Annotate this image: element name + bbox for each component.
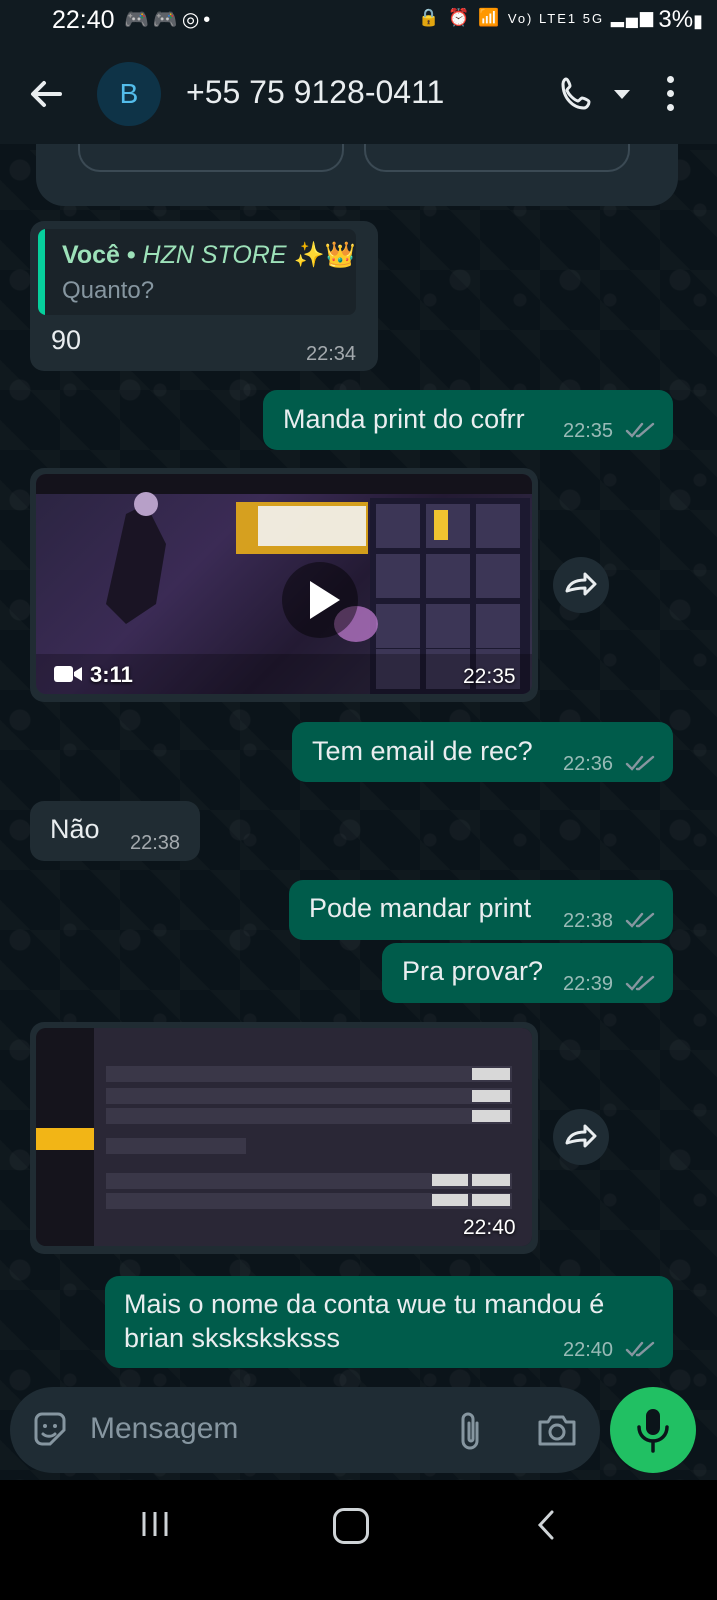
- video-thumbnail: [36, 474, 532, 694]
- message-text: Não: [50, 814, 100, 844]
- image-thumbnail: [36, 1028, 532, 1246]
- back-arrow-icon[interactable]: [26, 74, 66, 114]
- read-receipt-icon: [625, 1341, 655, 1357]
- whatsapp-icon: ◎: [181, 9, 204, 31]
- play-button[interactable]: [282, 562, 358, 638]
- forward-icon[interactable]: [553, 557, 609, 613]
- chat-header: B +55 75 9128-0411: [0, 46, 717, 144]
- more-options-icon[interactable]: [666, 76, 676, 112]
- battery-icon: ▮: [693, 11, 703, 31]
- system-navigation-bar: [0, 1480, 717, 1600]
- message-time: 22:38: [563, 910, 614, 932]
- discord-icon: 🎮: [124, 9, 153, 31]
- message-input[interactable]: Mensagem: [90, 1412, 238, 1446]
- status-bar: 22:40 🎮🎮◎• 🔒 ⏰ 📶 Vo) LTE1 5G ▂▄▆ 3%▮: [0, 0, 717, 46]
- message-text: 90: [51, 325, 82, 355]
- message-text-line: Mais o nome da conta wue tu mandou é: [124, 1289, 605, 1319]
- read-receipt-icon: [625, 975, 655, 991]
- battery-level: 3%▮: [658, 6, 703, 33]
- call-options-caret-icon[interactable]: [614, 90, 630, 99]
- avatar[interactable]: B: [97, 62, 161, 126]
- recent-apps-icon[interactable]: [140, 1510, 170, 1538]
- network-label: Vo) LTE1 5G: [507, 11, 605, 26]
- microphone-icon: [637, 1409, 669, 1453]
- forward-icon[interactable]: [553, 1109, 609, 1165]
- message-text: Pra provar?: [402, 956, 544, 986]
- read-receipt-icon: [625, 912, 655, 928]
- image-message[interactable]: 22:40: [30, 1022, 538, 1254]
- system-icons: 🔒 ⏰ 📶 Vo) LTE1 5G ▂▄▆: [418, 8, 655, 28]
- message-time: 22:35: [563, 420, 614, 442]
- card-button[interactable]: [78, 144, 344, 172]
- message-text-line: brian sksksksksss: [124, 1323, 341, 1353]
- card-button[interactable]: [364, 144, 630, 172]
- message-time: 22:40: [563, 1339, 614, 1361]
- sticker-icon[interactable]: [30, 1410, 70, 1450]
- previous-message-card: [36, 144, 678, 206]
- dot-icon: •: [203, 9, 215, 31]
- read-receipt-icon: [625, 755, 655, 771]
- voice-record-button[interactable]: [610, 1387, 696, 1473]
- message-text: Manda print do cofrr: [283, 404, 525, 434]
- discord-icon: 🎮: [152, 9, 182, 31]
- video-camera-icon: [54, 666, 82, 682]
- message-composer[interactable]: Mensagem: [10, 1387, 600, 1473]
- camera-icon[interactable]: [536, 1410, 578, 1450]
- status-time: 22:40: [52, 6, 115, 34]
- phone-call-icon[interactable]: [557, 74, 597, 114]
- notification-icons: 🎮🎮◎•: [124, 7, 214, 32]
- wifi-icon: 📶: [477, 8, 502, 27]
- quote-author: Você • HZN STORE ✨👑: [62, 241, 356, 269]
- paperclip-icon[interactable]: [450, 1409, 490, 1453]
- alarm-icon: ⏰: [448, 8, 472, 27]
- message-time: 22:40: [463, 1216, 516, 1239]
- video-duration: 3:11: [90, 662, 133, 687]
- message-time: 22:34: [306, 343, 357, 365]
- read-receipt-icon: [625, 422, 655, 438]
- message-time: 22:39: [563, 973, 614, 995]
- message-time: 22:36: [563, 753, 614, 775]
- message-text: Pode mandar print: [309, 893, 532, 923]
- signal-icon: ▂▄▆: [610, 8, 655, 27]
- video-message[interactable]: 3:11 22:35: [30, 468, 538, 702]
- nav-back-icon[interactable]: [536, 1510, 556, 1540]
- contact-name[interactable]: +55 75 9128-0411: [186, 74, 444, 111]
- home-icon[interactable]: [333, 1508, 369, 1544]
- lock-icon: 🔒: [418, 8, 442, 27]
- quoted-message[interactable]: Você • HZN STORE ✨👑 Quanto?: [38, 229, 356, 315]
- message-time: 22:35: [463, 665, 516, 688]
- message-time: 22:38: [130, 832, 181, 854]
- quote-text: Quanto?: [62, 277, 155, 304]
- quote-accent-bar: [38, 229, 45, 315]
- message-text: Tem email de rec?: [312, 736, 533, 766]
